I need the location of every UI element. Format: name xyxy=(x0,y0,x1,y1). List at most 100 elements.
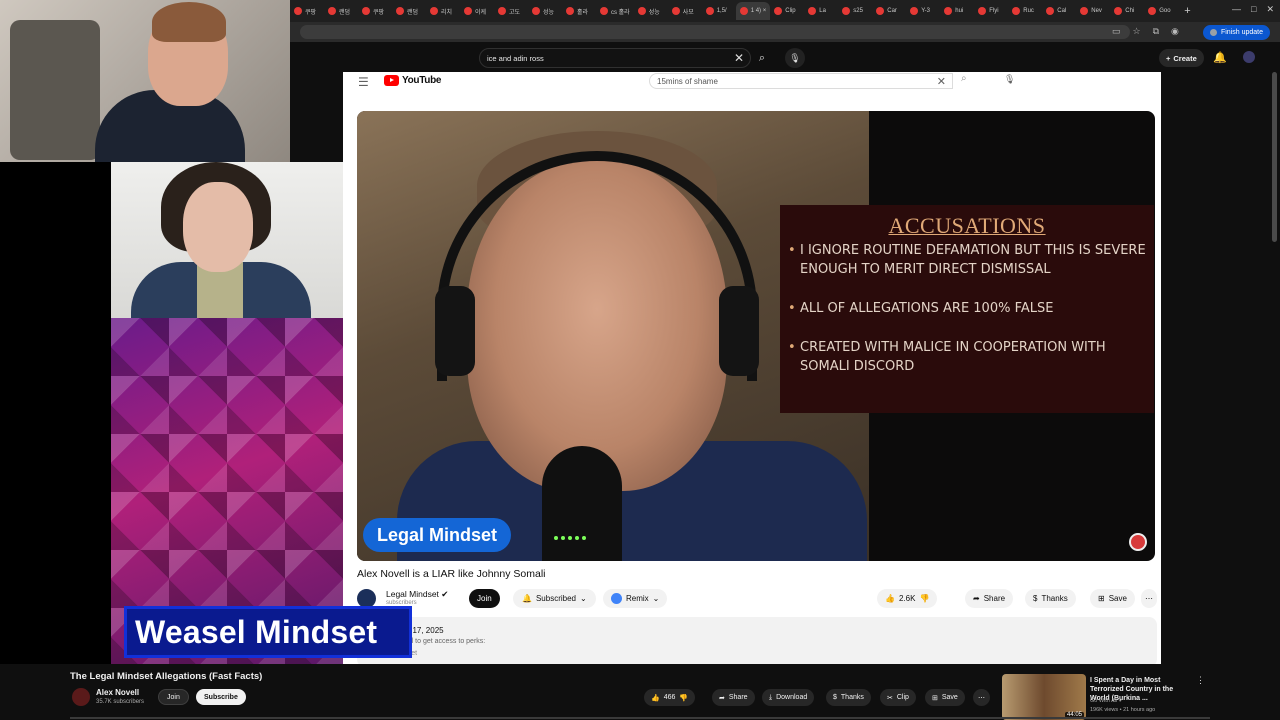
thanks-button[interactable]: $ Thanks xyxy=(1025,589,1076,608)
browser-tab[interactable]: 성능 xyxy=(634,2,668,20)
tab-label: La xyxy=(819,8,826,14)
bookmark-star-icon[interactable]: ☆ xyxy=(1133,26,1141,37)
outer-video-title: The Legal Mindset Allegations (Fast Fact… xyxy=(70,671,263,682)
youtube-play-icon xyxy=(384,75,399,86)
thanks-button[interactable]: $ Thanks xyxy=(826,689,871,706)
browser-tab[interactable]: hui xyxy=(940,2,974,20)
inner-search-input[interactable]: 15mins of shame ✕ xyxy=(649,73,953,89)
more-actions-button[interactable]: ⋯ xyxy=(1141,589,1157,608)
extensions-icon[interactable]: ⧉ xyxy=(1153,26,1159,37)
browser-tab[interactable]: Flyi xyxy=(974,2,1008,20)
browser-tab[interactable]: 사모 xyxy=(668,2,702,20)
tab-label: hui xyxy=(955,8,964,14)
thumbs-up-icon[interactable]: 👍 xyxy=(651,694,660,702)
finish-update-button[interactable]: Finish update xyxy=(1202,25,1270,40)
tab-favicon-icon xyxy=(498,7,506,15)
browser-tab[interactable]: Clip xyxy=(770,2,804,20)
microphone-icon[interactable]: 🎙 xyxy=(785,48,805,68)
like-dislike-group[interactable]: 👍 2.6K 👎 xyxy=(877,589,938,608)
browser-tab[interactable]: 랜덤 xyxy=(392,2,426,20)
browser-tab[interactable]: Goo xyxy=(1144,2,1178,20)
search-icon[interactable]: ⌕ xyxy=(961,73,967,84)
channel-name[interactable]: Legal Mindset ✔ xyxy=(386,589,448,600)
tab-favicon-icon xyxy=(532,7,540,15)
webcam-streamer xyxy=(0,0,290,162)
scissors-icon: ✂ xyxy=(887,694,893,702)
remix-button[interactable]: Remix ⌄ xyxy=(603,589,668,608)
join-button[interactable]: Join xyxy=(158,689,189,705)
share-icon: ➦ xyxy=(973,594,980,603)
clip-button[interactable]: ✂ Clip xyxy=(880,689,916,706)
kebab-menu-icon[interactable]: ⋮ xyxy=(1196,675,1205,686)
channel-avatar[interactable] xyxy=(72,688,90,706)
browser-tab[interactable]: Y-3 xyxy=(906,2,940,20)
browser-tab[interactable]: 고도 xyxy=(494,2,528,20)
browser-tab[interactable]: 성능 xyxy=(528,2,562,20)
browser-tab[interactable]: 쿠팡 xyxy=(358,2,392,20)
tab-favicon-icon xyxy=(739,7,748,15)
browser-tab[interactable]: Ruc xyxy=(1008,2,1042,20)
omnibox[interactable] xyxy=(300,25,1130,39)
recommended-thumbnail[interactable]: 44:05 xyxy=(1002,674,1086,720)
subscribed-button[interactable]: 🔔 Subscribed ⌄ xyxy=(513,589,596,608)
tab-label: Y-3 xyxy=(921,8,931,14)
install-icon[interactable]: ▭ xyxy=(1112,26,1121,37)
join-button[interactable]: Join xyxy=(469,589,500,608)
profile-icon[interactable]: ◉ xyxy=(1171,26,1179,37)
browser-tab[interactable]: Cal xyxy=(1042,2,1076,20)
browser-tab[interactable]: Nev xyxy=(1076,2,1110,20)
browser-tab[interactable]: 홀라 xyxy=(562,2,596,20)
search-icon[interactable]: ⌕ xyxy=(751,48,773,68)
tab-favicon-icon xyxy=(600,7,608,15)
recommended-channel[interactable]: Go With Ali ✔ xyxy=(1090,698,1123,704)
tab-label: 이케 xyxy=(475,9,487,16)
tab-favicon-icon xyxy=(705,7,714,15)
share-button[interactable]: ➦ Share xyxy=(965,589,1014,608)
tab-favicon-icon xyxy=(1012,7,1021,15)
tab-favicon-icon xyxy=(430,7,438,15)
browser-tab[interactable]: 리치 xyxy=(426,2,460,20)
share-button[interactable]: ➦ Share xyxy=(712,689,755,706)
menu-icon[interactable]: ☰ xyxy=(358,75,369,89)
channel-name[interactable]: Alex Novell xyxy=(96,688,139,697)
download-button[interactable]: ⤓ Download xyxy=(762,689,815,706)
browser-tab[interactable]: 랜덤 xyxy=(324,2,358,20)
browser-tab[interactable]: cs 홀라 xyxy=(596,2,634,20)
tab-label: Clip xyxy=(785,8,796,14)
browser-tab[interactable]: La xyxy=(804,2,838,20)
maximize-button[interactable]: □ xyxy=(1251,4,1256,15)
browser-tab[interactable]: 쿠팡 xyxy=(290,2,324,20)
microphone-icon[interactable]: 🎙 xyxy=(1004,74,1015,85)
save-button[interactable]: ⊞ Save xyxy=(925,689,965,706)
browser-tab[interactable]: Chi xyxy=(1110,2,1144,20)
minimize-button[interactable]: — xyxy=(1232,4,1241,15)
notifications-bell-icon[interactable]: 🔔 xyxy=(1213,51,1227,64)
browser-tab[interactable]: 1 4) × xyxy=(735,2,771,20)
page-scrollbar[interactable] xyxy=(1272,72,1277,242)
youtube-logo[interactable]: YouTube xyxy=(384,75,442,86)
clear-search-icon[interactable]: ✕ xyxy=(937,75,946,88)
new-tab-button[interactable]: + xyxy=(1178,5,1196,17)
progress-track[interactable] xyxy=(70,717,1210,719)
account-avatar[interactable] xyxy=(1243,51,1255,63)
video-player[interactable]: ACCUSATIONS I IGNORE ROUTINE DEFAMATION … xyxy=(357,111,1155,561)
save-button[interactable]: ⊞ Save xyxy=(1090,589,1135,608)
clear-search-icon[interactable]: ✕ xyxy=(734,51,744,65)
subscribe-button[interactable]: Subscribe xyxy=(196,689,246,705)
share-icon: ➦ xyxy=(719,694,725,702)
create-button[interactable]: + Create xyxy=(1159,49,1204,67)
browser-tab[interactable]: 이케 xyxy=(460,2,494,20)
profile-avatar-icon xyxy=(1209,29,1217,36)
thumbs-up-icon[interactable]: 👍 xyxy=(885,594,895,603)
thumbs-down-icon[interactable]: 👎 xyxy=(679,694,688,702)
browser-tab[interactable]: Car xyxy=(872,2,906,20)
channel-watermark-icon[interactable] xyxy=(1129,533,1147,551)
browser-tab[interactable]: 1,5/ xyxy=(702,2,736,20)
outer-search-input[interactable]: ice and adin ross ✕ xyxy=(479,48,751,68)
more-actions-button[interactable]: ⋯ xyxy=(973,689,990,706)
outer-video-info-bar: The Legal Mindset Allegations (Fast Fact… xyxy=(0,664,1280,720)
browser-tab[interactable]: s25 xyxy=(838,2,872,20)
close-window-button[interactable]: ✕ xyxy=(1266,4,1274,15)
like-dislike-group[interactable]: 👍 466 👎 xyxy=(644,689,696,706)
thumbs-down-icon[interactable]: 👎 xyxy=(919,594,929,603)
